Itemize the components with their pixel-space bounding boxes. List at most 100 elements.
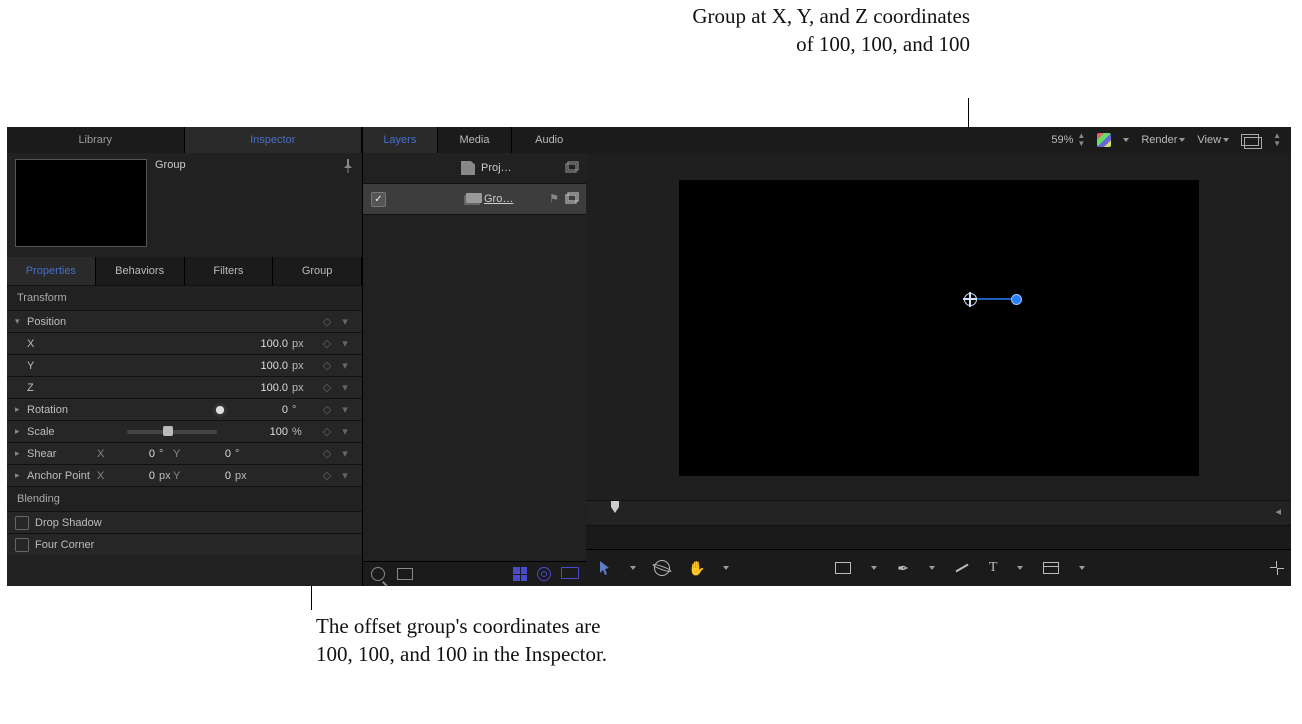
subtab-properties[interactable]: Properties — [7, 257, 96, 285]
menu-scale[interactable]: ▾ — [336, 425, 354, 438]
pen-tool-icon[interactable]: ✒ — [897, 560, 909, 577]
checkbox-drop-shadow[interactable] — [15, 516, 29, 530]
param-shear-x-value[interactable]: 0 — [115, 448, 155, 460]
tab-library[interactable]: Library — [7, 127, 185, 153]
param-rotation-unit: ° — [292, 404, 318, 416]
frame-icon[interactable] — [397, 568, 413, 580]
view-menu[interactable]: View — [1197, 134, 1229, 146]
param-rotation-value[interactable]: 0 — [233, 404, 288, 416]
flag-icon[interactable]: ⚑ — [549, 192, 559, 206]
pan-tool-icon[interactable]: ✋ — [688, 560, 705, 577]
checker-icon[interactable] — [513, 567, 527, 581]
param-position-z-unit: px — [292, 382, 318, 394]
anchor-point-gizmo[interactable] — [964, 293, 977, 306]
render-menu[interactable]: Render — [1141, 134, 1185, 146]
rectangle-tool-icon[interactable] — [835, 562, 851, 574]
tab-inspector[interactable]: Inspector — [185, 127, 363, 153]
rotation-dial[interactable] — [213, 403, 227, 417]
param-position-x-unit: px — [292, 338, 318, 350]
param-position-z-value[interactable]: 100.0 — [233, 382, 288, 394]
orbit-tool-icon[interactable] — [654, 560, 670, 576]
gear-icon[interactable] — [537, 567, 551, 581]
tab-layers[interactable]: Layers — [363, 127, 438, 153]
text-tool-icon[interactable]: T — [989, 560, 998, 576]
new-layer-icon[interactable] — [565, 161, 579, 175]
new-layer-icon-2[interactable] — [565, 192, 579, 206]
inspector-selection-name: Group — [155, 159, 186, 171]
param-anchor-y-value[interactable]: 0 — [191, 470, 231, 482]
pin-icon[interactable] — [342, 159, 354, 176]
mask-tool-icon[interactable] — [1043, 562, 1059, 574]
mask-tool-menu[interactable] — [1079, 566, 1085, 570]
stepper-icon: ▲▼ — [1077, 132, 1085, 148]
keyframe-position[interactable]: ◇ — [318, 315, 336, 328]
disclosure-scale[interactable]: ▸ — [15, 426, 27, 437]
param-anchor-x-unit: px — [159, 470, 173, 482]
keyframe-shear[interactable]: ◇ — [318, 447, 336, 460]
param-scale-value[interactable]: 100 — [233, 426, 288, 438]
subtab-behaviors[interactable]: Behaviors — [96, 257, 185, 285]
keyframe-position-y[interactable]: ◇ — [318, 359, 336, 372]
menu-position-x[interactable]: ▾ — [336, 337, 354, 350]
param-position-y-unit: px — [292, 360, 318, 372]
select-tool-icon[interactable] — [600, 561, 612, 575]
menu-shear[interactable]: ▾ — [336, 447, 354, 460]
param-position-label: Position — [27, 316, 127, 328]
param-shear-y-value[interactable]: 0 — [191, 448, 231, 460]
layer-row-project[interactable]: Proj… — [363, 153, 587, 184]
param-position-y-label: Y — [27, 360, 127, 372]
menu-position[interactable]: ▾ — [336, 315, 354, 328]
canvas-viewer[interactable] — [586, 153, 1291, 502]
tab-media[interactable]: Media — [438, 127, 513, 153]
disclosure-anchor[interactable]: ▸ — [15, 470, 27, 481]
param-anchor-x-value[interactable]: 0 — [115, 470, 155, 482]
disclosure-rotation[interactable]: ▸ — [15, 404, 27, 415]
view-label: View — [1197, 134, 1221, 146]
timeline-out-marker-icon[interactable]: ◂ — [1275, 505, 1281, 518]
param-position-x-value[interactable]: 100.0 — [233, 338, 288, 350]
param-shear-x-label: X — [97, 448, 115, 460]
subtab-filters[interactable]: Filters — [185, 257, 274, 285]
checkbox-four-corner[interactable] — [15, 538, 29, 552]
transform-handle-end[interactable] — [1011, 294, 1022, 305]
paint-tool-icon[interactable] — [955, 564, 968, 573]
select-tool-menu[interactable] — [630, 566, 636, 570]
keyframe-position-x[interactable]: ◇ — [318, 337, 336, 350]
param-anchor-y-unit: px — [235, 470, 249, 482]
pan-tool-menu[interactable] — [723, 566, 729, 570]
disclosure-shear[interactable]: ▸ — [15, 448, 27, 459]
transform-handle-line[interactable] — [977, 298, 1011, 300]
disclosure-position[interactable]: ▾ — [15, 316, 27, 327]
keyframe-scale[interactable]: ◇ — [318, 425, 336, 438]
layer-enable-checkbox[interactable]: ✓ — [371, 192, 386, 207]
param-four-corner-label: Four Corner — [35, 539, 135, 551]
keyframe-position-z[interactable]: ◇ — [318, 381, 336, 394]
search-icon[interactable] — [371, 567, 385, 581]
tab-audio[interactable]: Audio — [512, 127, 587, 153]
app-window: Library Inspector Group Properties Behav… — [7, 127, 1291, 586]
playhead-icon[interactable] — [610, 501, 620, 517]
mini-timeline[interactable]: ◂ — [586, 500, 1291, 526]
param-position-z-label: Z — [27, 382, 127, 394]
keyframe-rotation[interactable]: ◇ — [318, 403, 336, 416]
color-channels-icon[interactable] — [1097, 133, 1111, 147]
pen-tool-menu[interactable] — [929, 566, 935, 570]
zoom-control[interactable]: 59% ▲▼ — [1051, 132, 1085, 148]
scale-slider[interactable] — [127, 430, 217, 434]
menu-anchor[interactable]: ▾ — [336, 469, 354, 482]
section-blending: Blending — [7, 486, 362, 511]
shape-tool-menu[interactable] — [871, 566, 877, 570]
timeline-strip[interactable] — [586, 526, 1291, 550]
display-icon[interactable] — [561, 567, 579, 579]
color-channels-menu-icon[interactable] — [1123, 138, 1129, 142]
layer-row-group[interactable]: ✓ Gro… ⚑ — [363, 184, 587, 215]
menu-rotation[interactable]: ▾ — [336, 403, 354, 416]
subtab-group[interactable]: Group — [273, 257, 362, 285]
menu-position-y[interactable]: ▾ — [336, 359, 354, 372]
menu-position-z[interactable]: ▾ — [336, 381, 354, 394]
layout-icon[interactable] — [1241, 134, 1259, 146]
param-position-y-value[interactable]: 100.0 — [233, 360, 288, 372]
text-tool-menu[interactable] — [1017, 566, 1023, 570]
keyframe-anchor[interactable]: ◇ — [318, 469, 336, 482]
param-shear-label: Shear — [27, 448, 97, 460]
